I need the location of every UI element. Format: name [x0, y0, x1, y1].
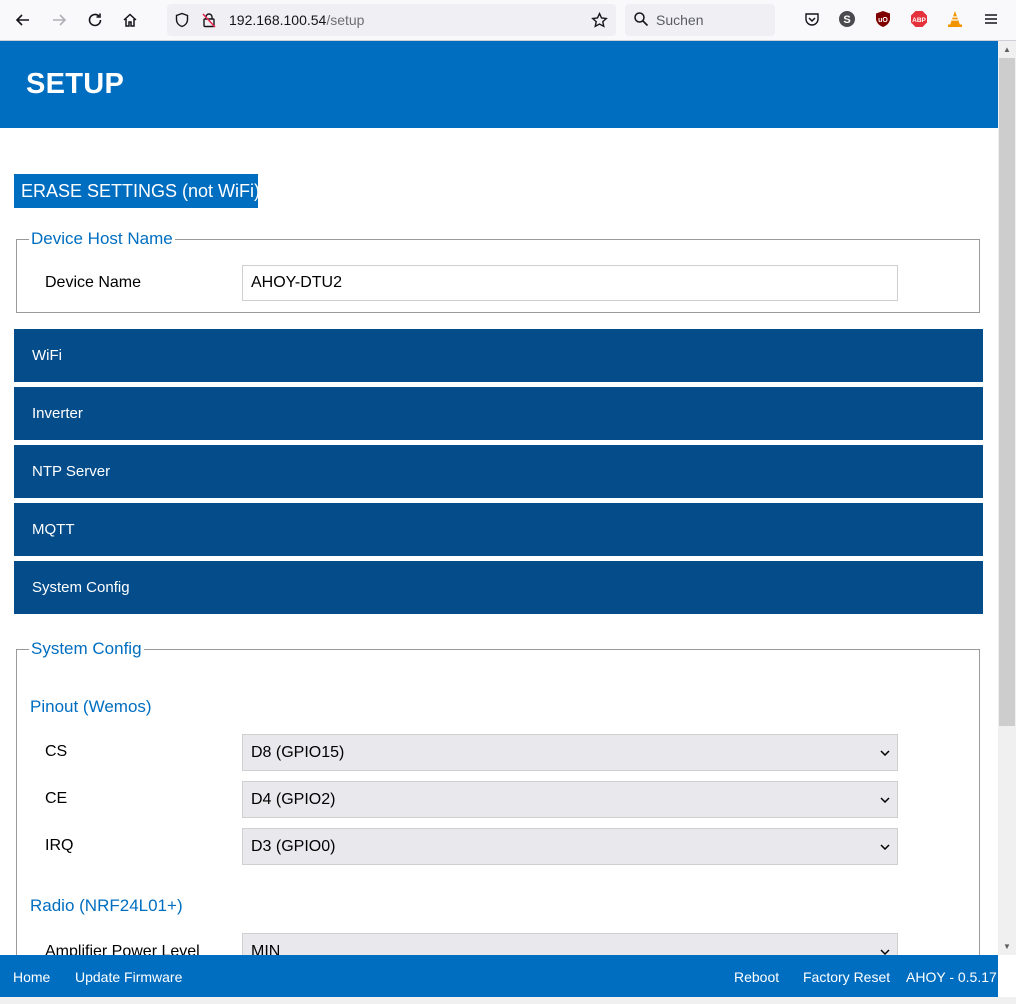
device-host-legend: Device Host Name — [31, 229, 173, 248]
svg-text:ABP: ABP — [912, 17, 926, 24]
footer-version: AHOY - 0.5.17 — [906, 969, 997, 985]
back-arrow-icon — [15, 14, 29, 26]
footer-update-firmware-link[interactable]: Update Firmware — [75, 969, 182, 985]
cs-label: CS — [45, 743, 68, 760]
cs-select-value: D8 (GPIO15) — [251, 744, 345, 761]
svg-text:S: S — [843, 14, 850, 26]
ublock-icon[interactable]: uO — [874, 10, 892, 28]
page-header: SETUP — [0, 41, 998, 128]
menu-hamburger-icon[interactable] — [982, 10, 1000, 28]
vlc-cone-icon[interactable] — [946, 10, 964, 28]
adblock-plus-icon[interactable]: ABP — [910, 10, 928, 28]
footer-factory-reset-link[interactable]: Factory Reset — [803, 969, 890, 985]
insecure-lock-icon[interactable] — [200, 11, 218, 29]
url-text: 192.168.100.54/setup — [229, 12, 364, 28]
shield-icon[interactable] — [173, 11, 191, 29]
chevron-down-icon — [879, 782, 891, 817]
device-host-fieldset: Device Host Name Device Name — [16, 229, 980, 313]
section-wifi[interactable]: WiFi — [14, 329, 983, 382]
ce-select-value: D4 (GPIO2) — [251, 791, 336, 808]
cs-select[interactable]: D8 (GPIO15) — [242, 734, 898, 771]
amplifier-power-select[interactable]: MIN — [242, 933, 898, 955]
search-placeholder: Suchen — [656, 12, 704, 28]
search-bar[interactable]: Suchen — [625, 4, 775, 36]
section-ntp-server[interactable]: NTP Server — [14, 445, 983, 498]
home-button[interactable] — [115, 6, 145, 34]
url-host: 192.168.100.54 — [229, 12, 327, 28]
chevron-down-icon — [879, 934, 891, 955]
pinout-heading: Pinout (Wemos) — [30, 697, 152, 716]
irq-select[interactable]: D3 (GPIO0) — [242, 828, 898, 865]
ce-label: CE — [45, 790, 68, 807]
chevron-down-icon — [879, 735, 891, 770]
svg-text:uO: uO — [878, 17, 888, 24]
scrollbar-thumb[interactable] — [999, 58, 1015, 726]
bookmark-star-icon[interactable] — [590, 11, 608, 29]
device-name-label: Device Name — [45, 274, 142, 291]
amplifier-power-label: Amplifier Power Level — [45, 943, 200, 955]
browser-toolbar: 192.168.100.54/setup Suchen S uO ABP — [0, 0, 1016, 41]
device-name-input[interactable] — [242, 265, 898, 301]
home-icon — [123, 13, 137, 27]
section-system-config[interactable]: System Config — [14, 561, 983, 614]
url-path: /setup — [326, 12, 365, 28]
page-footer: Home Update Firmware Reboot Factory Rese… — [0, 955, 998, 997]
section-inverter[interactable]: Inverter — [14, 387, 983, 440]
address-bar[interactable]: 192.168.100.54/setup — [167, 4, 616, 36]
irq-select-value: D3 (GPIO0) — [251, 838, 336, 855]
reload-icon — [88, 13, 102, 27]
window-bottom-edge — [0, 997, 1016, 1004]
back-button[interactable] — [8, 6, 38, 34]
footer-home-link[interactable]: Home — [13, 969, 50, 985]
forward-arrow-icon — [53, 14, 67, 26]
amplifier-power-value: MIN — [251, 943, 281, 955]
footer-reboot-link[interactable]: Reboot — [734, 969, 779, 985]
system-config-fieldset: System Config Pinout (Wemos) CS D8 (GPIO… — [16, 639, 980, 955]
reload-button[interactable] — [80, 6, 110, 34]
chevron-down-icon — [879, 829, 891, 864]
erase-settings-button[interactable]: ERASE SETTINGS (not WiFi) — [14, 174, 260, 208]
page-viewport: SETUP ERASE SETTINGS (not WiFi) Device H… — [0, 41, 998, 955]
page-title: SETUP — [26, 68, 125, 100]
ce-select[interactable]: D4 (GPIO2) — [242, 781, 898, 818]
s-extension-icon[interactable]: S — [838, 10, 856, 28]
scroll-up-arrow-icon[interactable]: ▲ — [998, 41, 1016, 58]
pocket-icon[interactable] — [803, 10, 821, 28]
system-config-legend: System Config — [31, 639, 142, 658]
search-icon — [633, 11, 651, 29]
irq-label: IRQ — [45, 837, 74, 854]
scroll-down-arrow-icon[interactable]: ▼ — [998, 938, 1016, 955]
radio-heading: Radio (NRF24L01+) — [30, 896, 183, 915]
forward-button[interactable] — [44, 6, 74, 34]
section-mqtt[interactable]: MQTT — [14, 503, 983, 556]
